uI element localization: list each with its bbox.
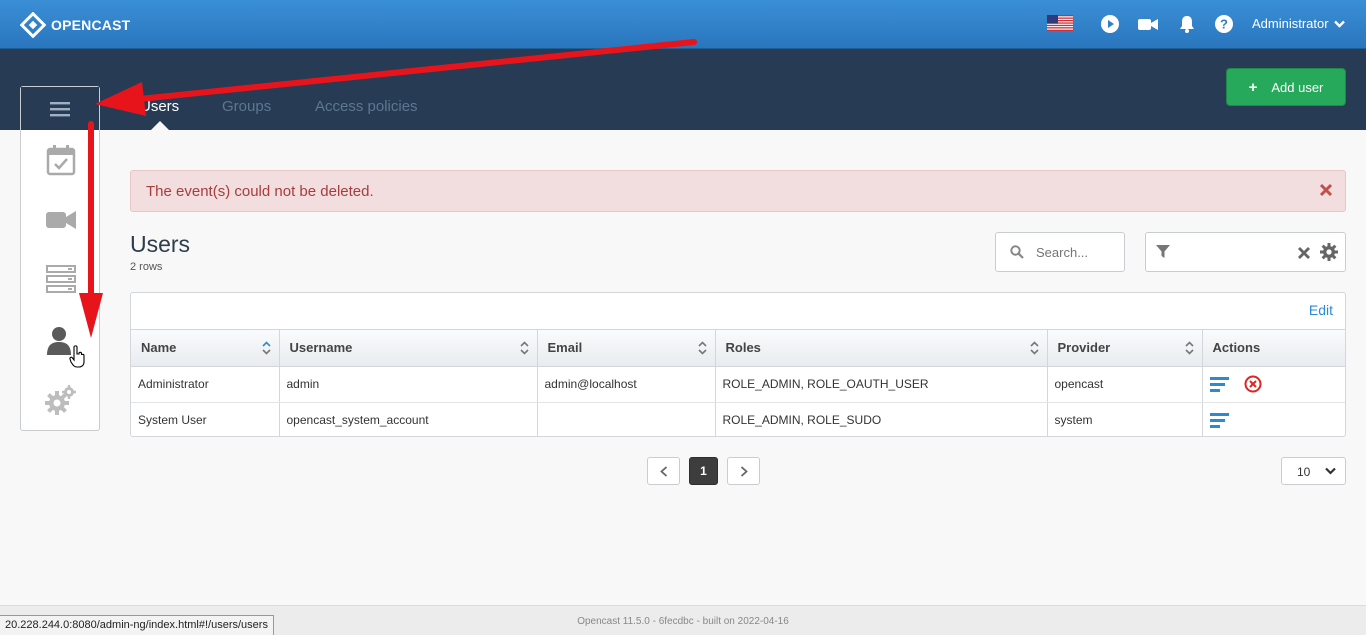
details-icon[interactable] [1209,376,1229,392]
sort-icon[interactable] [519,341,529,355]
cell-username: admin [279,366,538,403]
edit-link[interactable]: Edit [1309,302,1333,318]
cell-roles: ROLE_ADMIN, ROLE_OAUTH_USER [715,366,1048,403]
delete-icon[interactable] [1244,375,1262,393]
previous-page-button[interactable] [647,457,680,485]
play-icon[interactable] [1100,14,1120,34]
cell-roles: ROLE_ADMIN, ROLE_SUDO [715,402,1048,436]
user-name: Administrator [1252,16,1329,31]
alert-message: The event(s) could not be deleted. [146,183,374,200]
gears-icon[interactable] [45,384,77,416]
details-icon[interactable] [1209,412,1229,428]
search-icon [1010,245,1024,259]
us-flag-icon[interactable] [1047,15,1073,31]
cell-actions [1202,366,1345,403]
page-button-1[interactable]: 1 [689,457,718,485]
table-row: System User opencast_system_account ROLE… [131,402,1345,436]
tab-groups[interactable]: Groups [222,98,271,115]
cell-name: Administrator [131,366,280,403]
chevron-down-icon [1333,20,1345,28]
cell-actions [1202,402,1345,436]
row-count: 2 rows [130,261,163,273]
cell-provider: opencast [1047,366,1203,403]
table-toolbar: Edit [131,293,1345,330]
column-header-email[interactable]: Email [537,330,716,367]
cell-email [537,402,716,436]
menu-icon [50,101,70,116]
servers-icon[interactable] [45,263,77,295]
opencast-logo-icon [20,12,46,38]
page-title: Users [130,231,191,257]
sort-icon[interactable] [1184,341,1194,355]
chevron-right-icon [740,465,748,477]
clear-filter-icon[interactable] [1297,246,1311,260]
page-size-value: 10 [1297,465,1311,479]
video-camera-icon[interactable] [1137,14,1159,34]
calendar-icon[interactable] [45,144,77,176]
close-icon[interactable] [1319,183,1333,197]
page-size-select[interactable]: 10 [1281,457,1346,485]
chevron-down-icon [1325,467,1336,475]
hand-cursor-icon [69,345,85,368]
users-table: Edit Name Username Email Roles Provider … [130,292,1346,437]
column-header-roles[interactable]: Roles [715,330,1048,367]
plus-icon: + [1248,78,1258,96]
bell-icon[interactable] [1177,14,1197,34]
next-page-button[interactable] [727,457,760,485]
cell-username: opencast_system_account [279,402,538,436]
add-user-label: Add user [1271,79,1324,95]
cell-name: System User [131,402,280,436]
brand-name: OPENCAST [51,17,131,33]
svg-text:?: ? [1220,17,1228,32]
search-box[interactable] [995,232,1125,272]
tab-access-policies[interactable]: Access policies [315,98,418,115]
user-menu[interactable]: Administrator [1252,16,1345,31]
cell-email: admin@localhost [537,366,716,403]
sub-navigation [0,49,1366,130]
add-user-button[interactable]: + Add user [1226,68,1346,106]
sort-icon[interactable] [1029,341,1039,355]
top-header: OPENCAST ? Administrator [0,0,1366,49]
filter-icon[interactable] [1156,245,1170,259]
column-header-username[interactable]: Username [279,330,538,367]
column-header-name[interactable]: Name [131,330,280,367]
help-icon[interactable]: ? [1214,14,1234,34]
column-header-actions: Actions [1202,330,1345,367]
side-menu [20,86,100,431]
sort-icon[interactable] [697,341,707,355]
video-camera-icon[interactable] [45,204,77,236]
column-header-provider[interactable]: Provider [1047,330,1203,367]
search-input[interactable] [1036,244,1124,260]
brand[interactable]: OPENCAST [20,12,130,38]
sort-icon[interactable] [261,341,271,355]
active-tab-indicator [151,121,169,130]
chevron-left-icon [659,465,667,477]
gear-icon[interactable] [1320,243,1338,261]
error-alert: The event(s) could not be deleted. [130,170,1346,212]
status-bar-url: 20.228.244.0:8080/admin-ng/index.html#!/… [0,615,274,635]
menu-toggle-button[interactable] [21,87,99,130]
tab-users[interactable]: Users [140,98,179,115]
table-row: Administrator admin admin@localhost ROLE… [131,366,1345,403]
filter-box[interactable] [1145,232,1346,272]
cell-provider: system [1047,402,1203,436]
